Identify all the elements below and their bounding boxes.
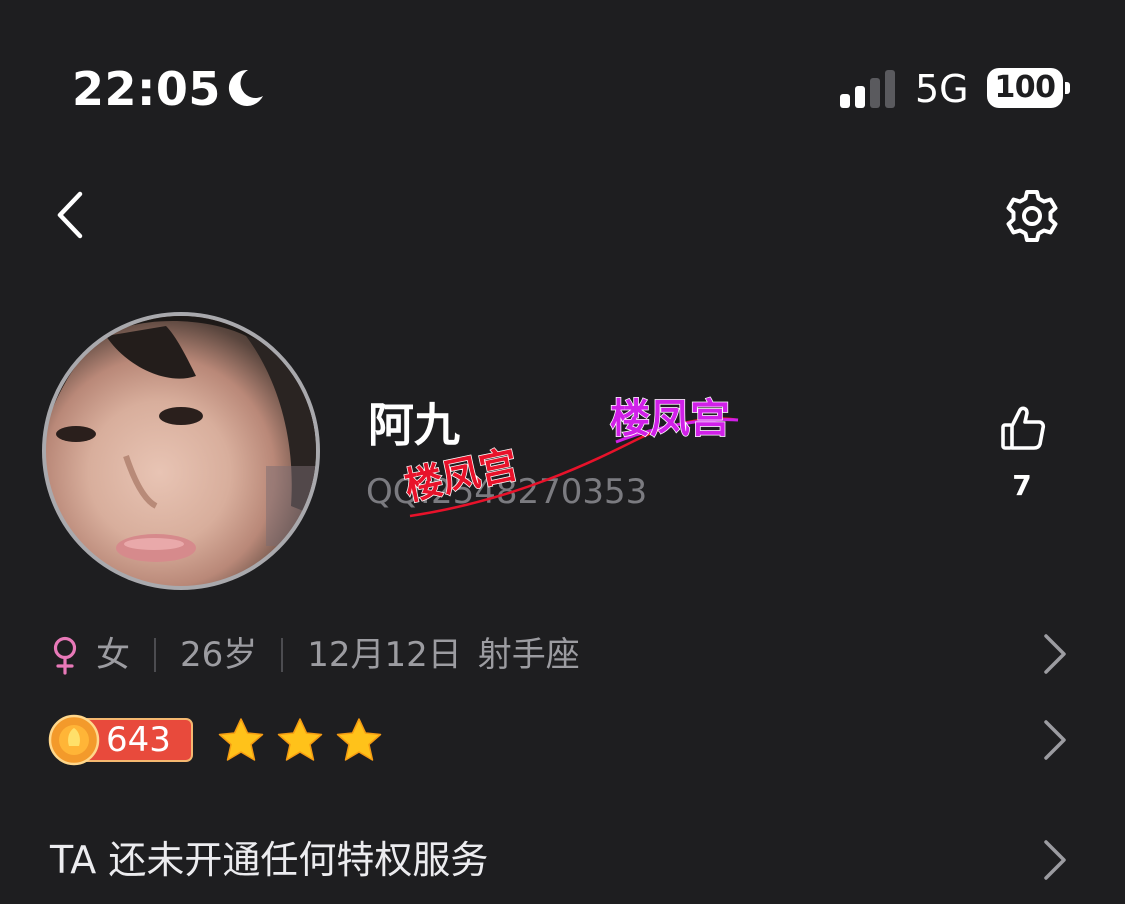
age-label: 26岁 [180, 635, 258, 675]
avatar-photo [46, 316, 316, 562]
like-count: 7 [1012, 469, 1032, 502]
gender-label: 女 [96, 635, 130, 675]
gear-icon[interactable] [1004, 188, 1060, 244]
basic-info-row[interactable]: 女 26岁 12月12日 射手座 [50, 628, 1070, 682]
constellation-label: 射手座 [477, 635, 580, 675]
chevron-right-icon[interactable] [1042, 632, 1068, 676]
back-icon[interactable] [50, 188, 90, 242]
battery-level: 100 [987, 68, 1063, 108]
avatar[interactable] [42, 312, 320, 590]
moon-icon [228, 69, 263, 106]
thumbs-up-icon[interactable] [1000, 404, 1046, 452]
divider [154, 638, 156, 672]
watermark: 楼凤宫 楼凤宫 [400, 395, 739, 518]
star-icon [277, 718, 323, 761]
qq-level-value: 643 [106, 720, 171, 760]
chevron-right-icon[interactable] [1042, 718, 1068, 762]
watermark-text-upper: 楼凤宫 [610, 396, 730, 442]
female-icon [53, 636, 77, 675]
battery-nub [1065, 82, 1070, 94]
star-icon [336, 718, 382, 761]
watermark-text-lower: 楼凤宫 [401, 442, 522, 509]
privilege-status[interactable]: TA 还未开通任何特权服务 [50, 834, 488, 886]
chevron-right-icon[interactable] [1042, 838, 1068, 882]
divider [281, 638, 284, 672]
signal-icon [840, 70, 895, 108]
profile-page: 22:05 5G 100 阿九 QQ:2548270353 楼凤宫 楼凤宫 7 … [0, 0, 1125, 904]
status-time: 22:05 [72, 62, 221, 116]
network-type: 5G [915, 67, 969, 111]
star-icon [218, 718, 264, 761]
birthday-label: 12月12日 [307, 635, 462, 675]
